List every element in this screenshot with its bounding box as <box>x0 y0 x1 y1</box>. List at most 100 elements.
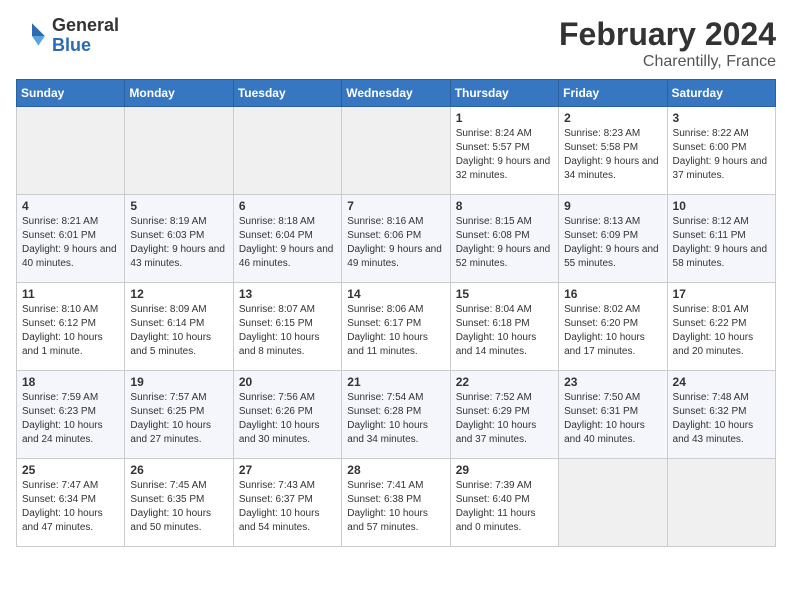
logo-general: General <box>52 16 119 36</box>
day-cell: 17 Sunrise: 8:01 AMSunset: 6:22 PMDayligh… <box>667 283 775 371</box>
day-number: 12 <box>130 287 227 301</box>
day-info: Sunrise: 8:09 AMSunset: 6:14 PMDaylight:… <box>130 303 227 359</box>
day-cell: 3 Sunrise: 8:22 AMSunset: 6:00 PMDaylight… <box>667 107 775 195</box>
title-area: February 2024 Charentilly, France <box>559 16 776 71</box>
day-cell: 14 Sunrise: 8:06 AMSunset: 6:17 PMDayligh… <box>342 283 450 371</box>
day-info: Sunrise: 7:39 AMSunset: 6:40 PMDaylight:… <box>456 479 553 535</box>
day-number: 21 <box>347 375 444 389</box>
day-cell: 16Sunrise: 8:02 AMSunset: 6:20 PMDayligh… <box>559 283 667 371</box>
day-info: Sunrise: 7:52 AMSunset: 6:29 PMDaylight:… <box>456 391 553 447</box>
day-number: 3 <box>673 111 770 125</box>
calendar-table: SundayMondayTuesdayWednesdayThursdayFrid… <box>16 79 776 547</box>
header-cell-friday: Friday <box>559 80 667 107</box>
day-number: 14 <box>347 287 444 301</box>
day-number: 8 <box>456 199 553 213</box>
calendar-subtitle: Charentilly, France <box>559 53 776 71</box>
week-row-1: 1 Sunrise: 8:24 AMSunset: 5:57 PMDaylight… <box>17 107 776 195</box>
day-number: 1 <box>456 111 553 125</box>
day-info: Sunrise: 8:22 AMSunset: 6:00 PMDaylight:… <box>673 127 770 183</box>
day-cell <box>667 459 775 547</box>
day-info: Sunrise: 8:24 AMSunset: 5:57 PMDaylight:… <box>456 127 553 183</box>
day-number: 5 <box>130 199 227 213</box>
day-cell: 29 Sunrise: 7:39 AMSunset: 6:40 PMDayligh… <box>450 459 558 547</box>
header-cell-tuesday: Tuesday <box>233 80 341 107</box>
day-cell: 1 Sunrise: 8:24 AMSunset: 5:57 PMDaylight… <box>450 107 558 195</box>
day-info: Sunrise: 7:47 AMSunset: 6:34 PMDaylight:… <box>22 479 119 535</box>
day-cell: 24 Sunrise: 7:48 AMSunset: 6:32 PMDayligh… <box>667 371 775 459</box>
logo-text: General Blue <box>52 16 119 56</box>
header-row: SundayMondayTuesdayWednesdayThursdayFrid… <box>17 80 776 107</box>
day-cell: 20 Sunrise: 7:56 AMSunset: 6:26 PMDayligh… <box>233 371 341 459</box>
day-number: 13 <box>239 287 336 301</box>
day-cell: 7Sunrise: 8:16 AMSunset: 6:06 PMDaylight… <box>342 195 450 283</box>
day-cell: 12 Sunrise: 8:09 AMSunset: 6:14 PMDayligh… <box>125 283 233 371</box>
week-row-2: 4Sunrise: 8:21 AMSunset: 6:01 PMDaylight… <box>17 195 776 283</box>
day-cell: 27Sunrise: 7:43 AMSunset: 6:37 PMDayligh… <box>233 459 341 547</box>
day-info: Sunrise: 8:15 AMSunset: 6:08 PMDaylight:… <box>456 215 553 271</box>
day-cell: 15 Sunrise: 8:04 AMSunset: 6:18 PMDayligh… <box>450 283 558 371</box>
day-info: Sunrise: 7:48 AMSunset: 6:32 PMDaylight:… <box>673 391 770 447</box>
day-number: 15 <box>456 287 553 301</box>
day-number: 22 <box>456 375 553 389</box>
header-cell-saturday: Saturday <box>667 80 775 107</box>
day-info: Sunrise: 8:19 AMSunset: 6:03 PMDaylight:… <box>130 215 227 271</box>
day-cell: 9 Sunrise: 8:13 AMSunset: 6:09 PMDaylight… <box>559 195 667 283</box>
page-header: General Blue February 2024 Charentilly, … <box>16 16 776 71</box>
week-row-3: 11 Sunrise: 8:10 AMSunset: 6:12 PMDayligh… <box>17 283 776 371</box>
day-info: Sunrise: 7:50 AMSunset: 6:31 PMDaylight:… <box>564 391 661 447</box>
day-number: 4 <box>22 199 119 213</box>
day-number: 27 <box>239 463 336 477</box>
header-cell-thursday: Thursday <box>450 80 558 107</box>
day-info: Sunrise: 8:23 AMSunset: 5:58 PMDaylight:… <box>564 127 661 183</box>
calendar-header: SundayMondayTuesdayWednesdayThursdayFrid… <box>17 80 776 107</box>
day-cell <box>17 107 125 195</box>
day-cell: 21 Sunrise: 7:54 AMSunset: 6:28 PMDayligh… <box>342 371 450 459</box>
day-info: Sunrise: 7:45 AMSunset: 6:35 PMDaylight:… <box>130 479 227 535</box>
calendar-title: February 2024 <box>559 16 776 53</box>
day-info: Sunrise: 7:56 AMSunset: 6:26 PMDaylight:… <box>239 391 336 447</box>
day-cell: 22 Sunrise: 7:52 AMSunset: 6:29 PMDayligh… <box>450 371 558 459</box>
day-number: 17 <box>673 287 770 301</box>
day-info: Sunrise: 8:18 AMSunset: 6:04 PMDaylight:… <box>239 215 336 271</box>
day-number: 25 <box>22 463 119 477</box>
day-number: 10 <box>673 199 770 213</box>
day-info: Sunrise: 8:07 AMSunset: 6:15 PMDaylight:… <box>239 303 336 359</box>
day-info: Sunrise: 8:01 AMSunset: 6:22 PMDaylight:… <box>673 303 770 359</box>
day-info: Sunrise: 8:02 AMSunset: 6:20 PMDaylight:… <box>564 303 661 359</box>
day-cell: 2 Sunrise: 8:23 AMSunset: 5:58 PMDaylight… <box>559 107 667 195</box>
day-cell: 13 Sunrise: 8:07 AMSunset: 6:15 PMDayligh… <box>233 283 341 371</box>
day-number: 20 <box>239 375 336 389</box>
header-cell-monday: Monday <box>125 80 233 107</box>
day-cell: 28Sunrise: 7:41 AMSunset: 6:38 PMDayligh… <box>342 459 450 547</box>
day-number: 23 <box>564 375 661 389</box>
day-number: 24 <box>673 375 770 389</box>
day-cell: 19Sunrise: 7:57 AMSunset: 6:25 PMDayligh… <box>125 371 233 459</box>
day-info: Sunrise: 7:59 AMSunset: 6:23 PMDaylight:… <box>22 391 119 447</box>
week-row-4: 18 Sunrise: 7:59 AMSunset: 6:23 PMDayligh… <box>17 371 776 459</box>
header-cell-wednesday: Wednesday <box>342 80 450 107</box>
logo-blue: Blue <box>52 36 119 56</box>
day-info: Sunrise: 8:12 AMSunset: 6:11 PMDaylight:… <box>673 215 770 271</box>
day-cell: 5 Sunrise: 8:19 AMSunset: 6:03 PMDaylight… <box>125 195 233 283</box>
day-number: 11 <box>22 287 119 301</box>
day-info: Sunrise: 8:04 AMSunset: 6:18 PMDaylight:… <box>456 303 553 359</box>
day-info: Sunrise: 8:06 AMSunset: 6:17 PMDaylight:… <box>347 303 444 359</box>
day-number: 6 <box>239 199 336 213</box>
day-cell <box>125 107 233 195</box>
day-number: 29 <box>456 463 553 477</box>
day-cell <box>233 107 341 195</box>
day-cell: 18 Sunrise: 7:59 AMSunset: 6:23 PMDayligh… <box>17 371 125 459</box>
day-cell: 4Sunrise: 8:21 AMSunset: 6:01 PMDaylight… <box>17 195 125 283</box>
day-info: Sunrise: 8:13 AMSunset: 6:09 PMDaylight:… <box>564 215 661 271</box>
day-info: Sunrise: 7:54 AMSunset: 6:28 PMDaylight:… <box>347 391 444 447</box>
day-number: 19 <box>130 375 227 389</box>
day-cell: 23 Sunrise: 7:50 AMSunset: 6:31 PMDayligh… <box>559 371 667 459</box>
day-number: 9 <box>564 199 661 213</box>
day-cell: 26 Sunrise: 7:45 AMSunset: 6:35 PMDayligh… <box>125 459 233 547</box>
day-cell: 10 Sunrise: 8:12 AMSunset: 6:11 PMDayligh… <box>667 195 775 283</box>
day-number: 2 <box>564 111 661 125</box>
day-number: 28 <box>347 463 444 477</box>
day-number: 18 <box>22 375 119 389</box>
day-info: Sunrise: 8:10 AMSunset: 6:12 PMDaylight:… <box>22 303 119 359</box>
day-number: 26 <box>130 463 227 477</box>
